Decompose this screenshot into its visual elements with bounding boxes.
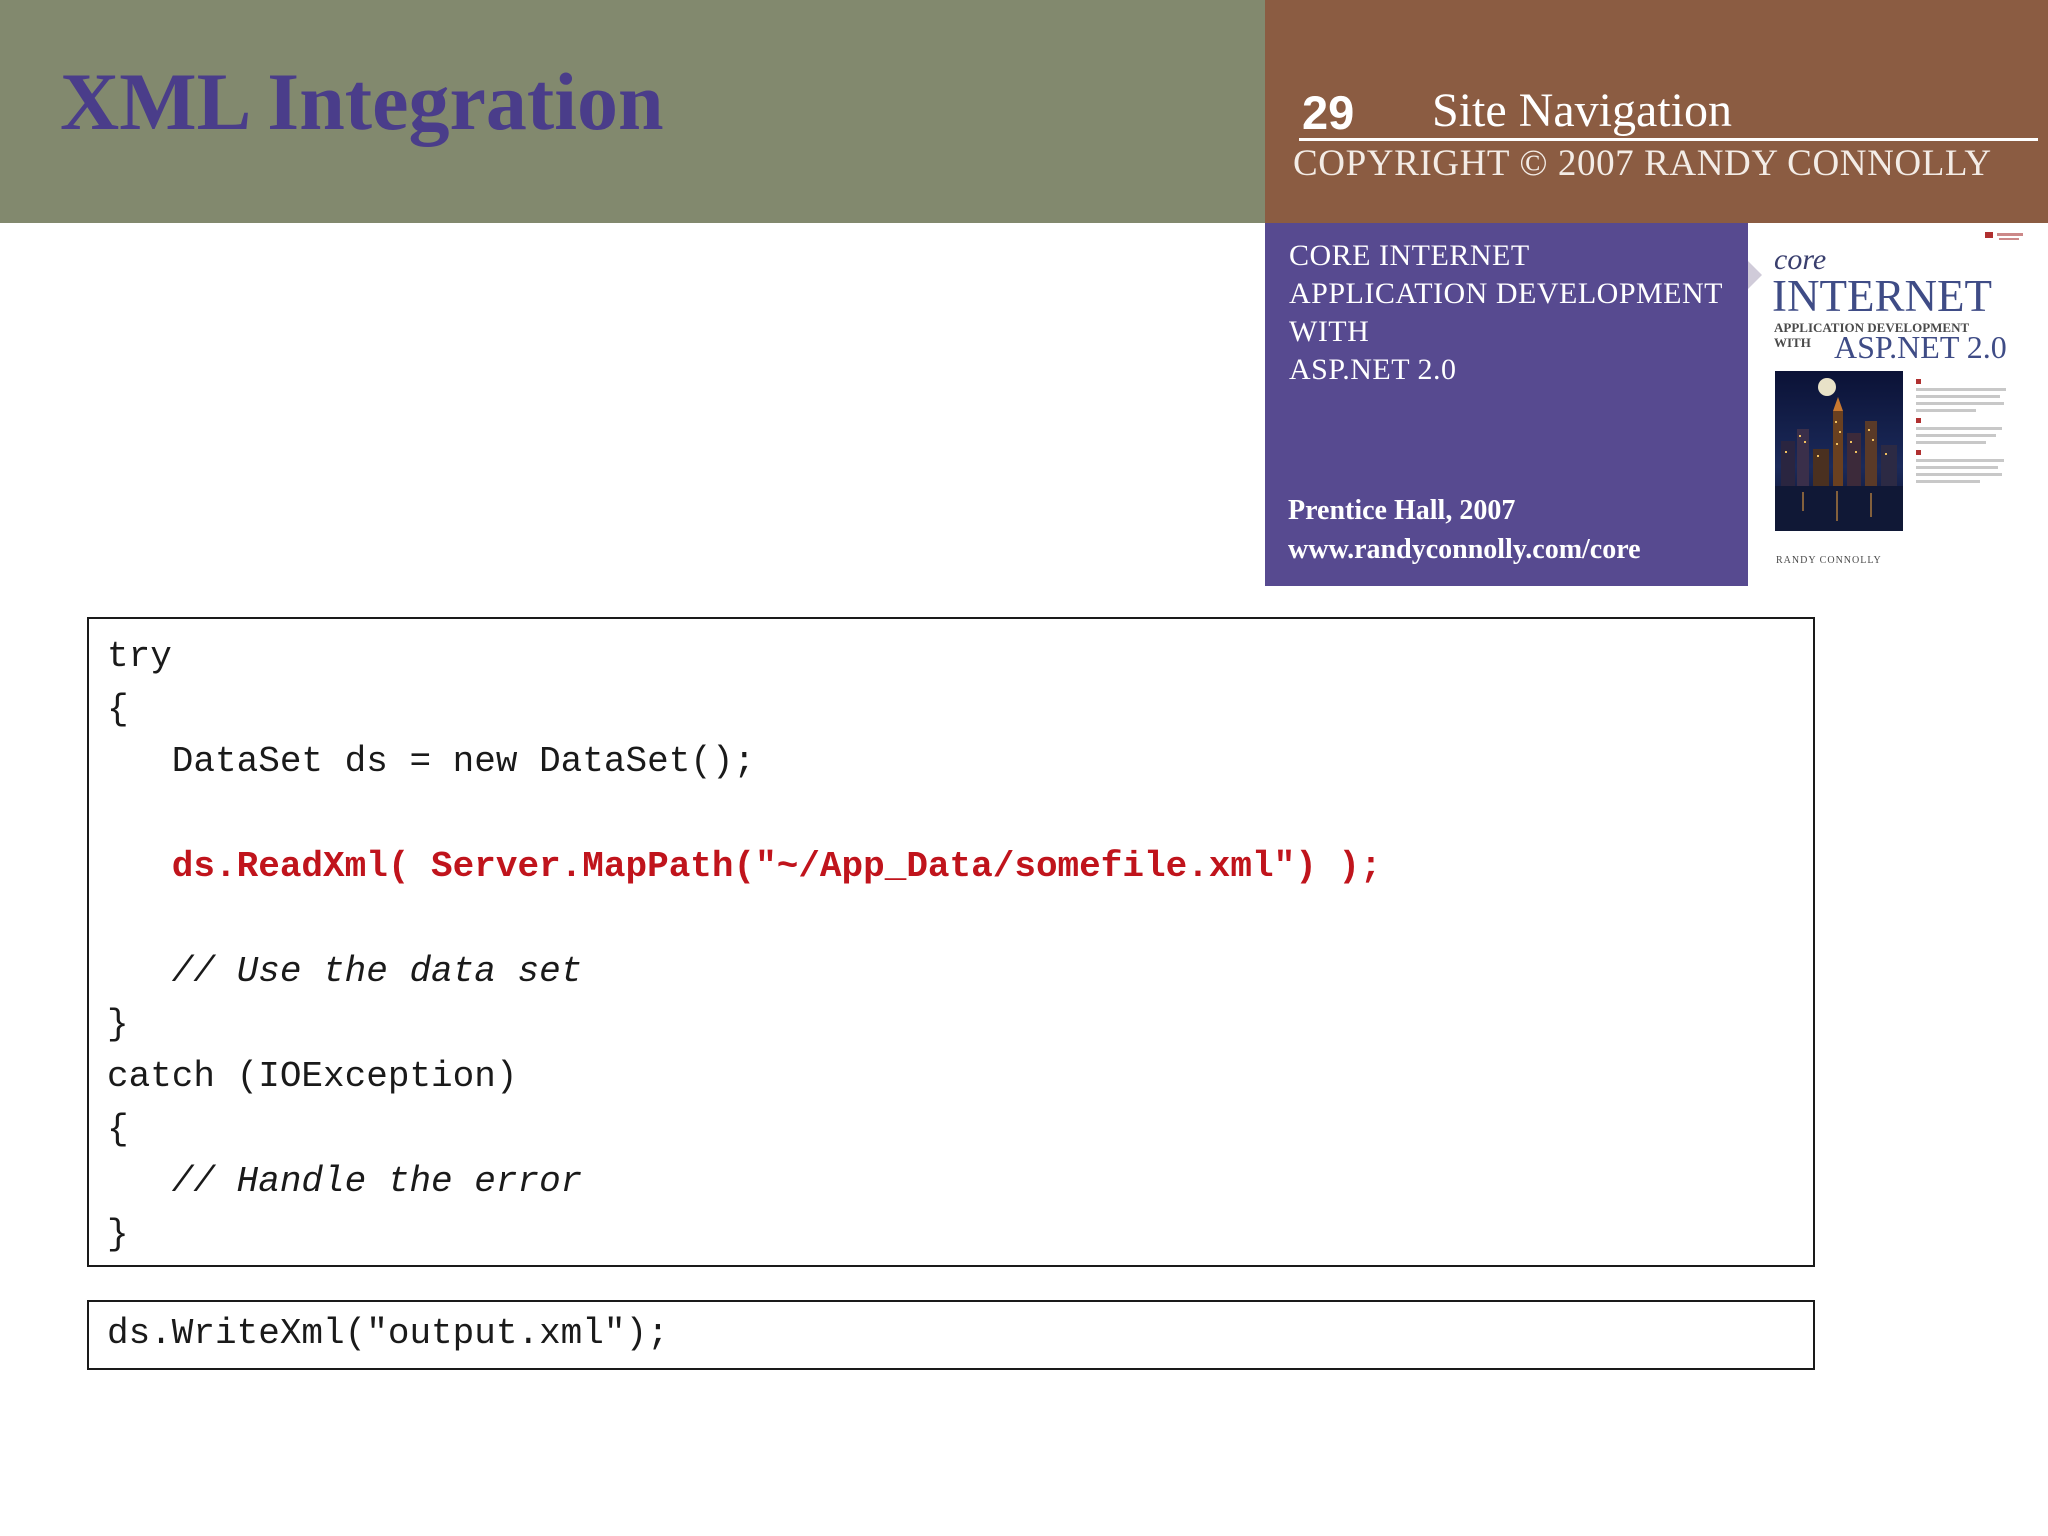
code-listing: try { DataSet ds = new DataSet(); ds.Rea… [107,631,1382,1261]
book-title: CORE INTERNET APPLICATION DEVELOPMENT WI… [1289,237,1723,389]
cover-blurb-text [1916,373,2016,487]
publisher-name: Prentice Hall, 2007 [1288,495,1516,526]
book-title-line: ASP.NET 2.0 [1289,353,1457,386]
cover-author-text: RANDY CONNOLLY [1776,555,1882,566]
book-title-line: WITH [1289,315,1370,348]
section-name: Site Navigation [1432,84,1732,137]
cover-asp-text: ASP.NET 2.0 [1834,329,2007,365]
code-line: { [107,1108,129,1150]
book-info-panel: CORE INTERNET APPLICATION DEVELOPMENT WI… [1265,223,1748,586]
code-line: } [107,1003,129,1045]
title-band: XML Integration [0,0,1265,223]
book-title-line: APPLICATION DEVELOPMENT [1289,277,1723,310]
code-line: { [107,688,129,730]
city-skyline-icon [1775,371,1903,531]
code-line: } [107,1213,129,1255]
slide-info-band: 29 Site Navigation COPYRIGHT © 2007 RAND… [1265,0,2048,223]
publisher-info: Prentice Hall, 2007 www.randyconnolly.co… [1288,491,1641,569]
code-line: catch (IOException) [107,1056,518,1097]
code-listing: ds.WriteXml("output.xml"); [107,1308,669,1361]
code-block-write-xml: ds.WriteXml("output.xml"); [87,1300,1815,1370]
arrow-notch-icon [1748,261,1762,289]
book-url: www.randyconnolly.com/core [1288,534,1641,565]
publisher-logo-icon [1985,232,2023,240]
cover-internet-text: INTERNET [1772,271,1992,321]
code-comment: // Handle the error [107,1161,583,1202]
code-line-highlighted: ds.ReadXml( Server.MapPath("~/App_Data/s… [107,846,1382,887]
code-line: DataSet ds = new DataSet(); [107,741,756,782]
book-title-line: CORE INTERNET [1289,239,1530,272]
code-comment: // Use the data set [107,951,583,992]
code-block-try-catch: try { DataSet ds = new DataSet(); ds.Rea… [87,617,1815,1267]
city-skyline-photo [1775,371,1903,531]
copyright-notice: COPYRIGHT © 2007 RANDY CONNOLLY [1293,143,1992,184]
slide-number: 29 [1302,86,1355,139]
book-cover-image: core INTERNET APPLICATION DEVELOPMENT WI… [1748,223,2048,586]
slide-title: XML Integration [60,56,664,147]
cover-with-text: WITH [1774,335,1811,350]
code-line: ds.WriteXml("output.xml"); [107,1313,669,1354]
code-line: try [107,636,172,677]
